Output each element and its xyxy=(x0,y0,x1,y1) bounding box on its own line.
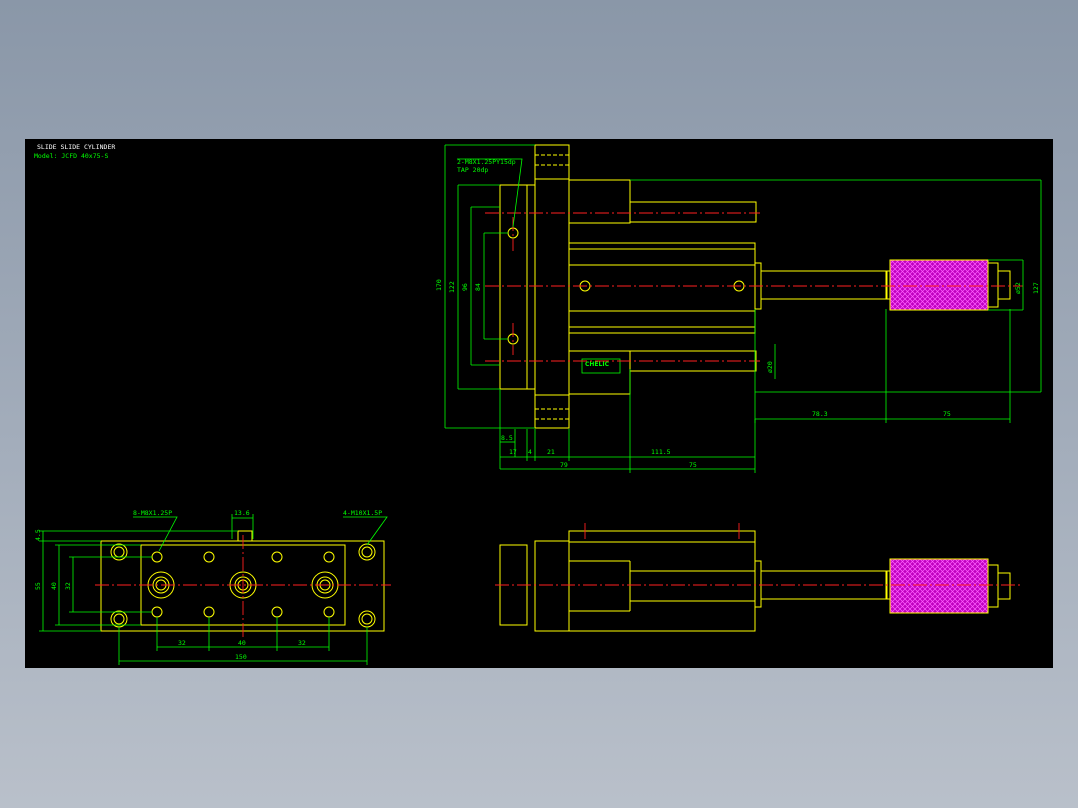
front-port xyxy=(237,530,253,542)
dim-55: 55 xyxy=(34,582,42,590)
dim-17: 17 xyxy=(509,448,517,456)
top-piston-rod xyxy=(760,570,888,600)
flange-plate xyxy=(534,144,570,429)
dim-40: 40 xyxy=(50,582,58,590)
dim-d52: ø52 xyxy=(1014,282,1022,294)
dim-d20: ø20 xyxy=(766,361,774,373)
dim-32-right: 32 xyxy=(298,639,306,647)
front-view: 8-M8X1.25P 4-M10X1.5P 13.6 4.5 55 40 32 … xyxy=(34,509,391,665)
top-cylinder-body xyxy=(568,530,756,632)
drawing-model: Model: JCFD 40x75-S xyxy=(34,152,108,160)
top-knurled-knob xyxy=(889,558,989,614)
dim-40-mid: 40 xyxy=(238,639,246,647)
front-outer-plate xyxy=(100,540,385,632)
dim-32: 32 xyxy=(64,582,72,590)
dim-84: 84 xyxy=(474,283,482,291)
dim-150: 150 xyxy=(235,653,247,661)
guide-block-top xyxy=(568,179,631,224)
brand-label: CHELIC xyxy=(585,361,610,368)
dim-170: 170 xyxy=(435,279,443,291)
thread-callout-sub: TAP 20dp xyxy=(457,166,488,174)
dim-122: 122 xyxy=(448,281,456,293)
dim-21: 21 xyxy=(547,448,555,456)
lock-nut xyxy=(987,262,999,308)
dim-111-5: 111.5 xyxy=(651,448,671,456)
guide-block-bottom xyxy=(568,350,631,395)
cad-drawing: SLIDE SLIDE CYLINDER Model: JCFD 40x75-S… xyxy=(34,143,1042,665)
dim-4-5: 4.5 xyxy=(34,529,42,541)
dim-79: 79 xyxy=(560,461,568,469)
front-thread-note-b: 4-M10X1.5P xyxy=(343,509,382,517)
top-view xyxy=(495,523,1023,632)
cylinder-body xyxy=(568,242,756,334)
cad-drawing-canvas: SLIDE SLIDE CYLINDER Model: JCFD 40x75-S… xyxy=(25,139,1053,668)
guide-rod-top xyxy=(629,201,757,223)
dim-4: 4 xyxy=(528,448,532,456)
dim-127: 127 xyxy=(1032,282,1040,294)
dim-96: 96 xyxy=(461,283,469,291)
dim-78-3: 78.3 xyxy=(812,410,828,418)
front-callout-leader-a xyxy=(133,516,178,552)
drawing-title: SLIDE SLIDE CYLINDER xyxy=(37,143,115,151)
piston-rod xyxy=(760,270,888,300)
side-view: CHELIC 2-M8X1.25PY15dp TAP 20dp 170 122 xyxy=(435,144,1042,473)
back-plate xyxy=(499,184,528,390)
top-flange-plate xyxy=(534,540,570,632)
dim-32-left: 32 xyxy=(178,639,186,647)
knurled-knob xyxy=(889,259,989,311)
dim-75-rod: 75 xyxy=(943,410,951,418)
dim-13-6: 13.6 xyxy=(234,509,250,517)
dim-75-stroke: 75 xyxy=(689,461,697,469)
front-thread-note-a: 8-M8X1.25P xyxy=(133,509,172,517)
thread-callout: 2-M8X1.25PY15dp xyxy=(457,158,516,166)
dim-8-5: 8.5 xyxy=(501,434,513,442)
